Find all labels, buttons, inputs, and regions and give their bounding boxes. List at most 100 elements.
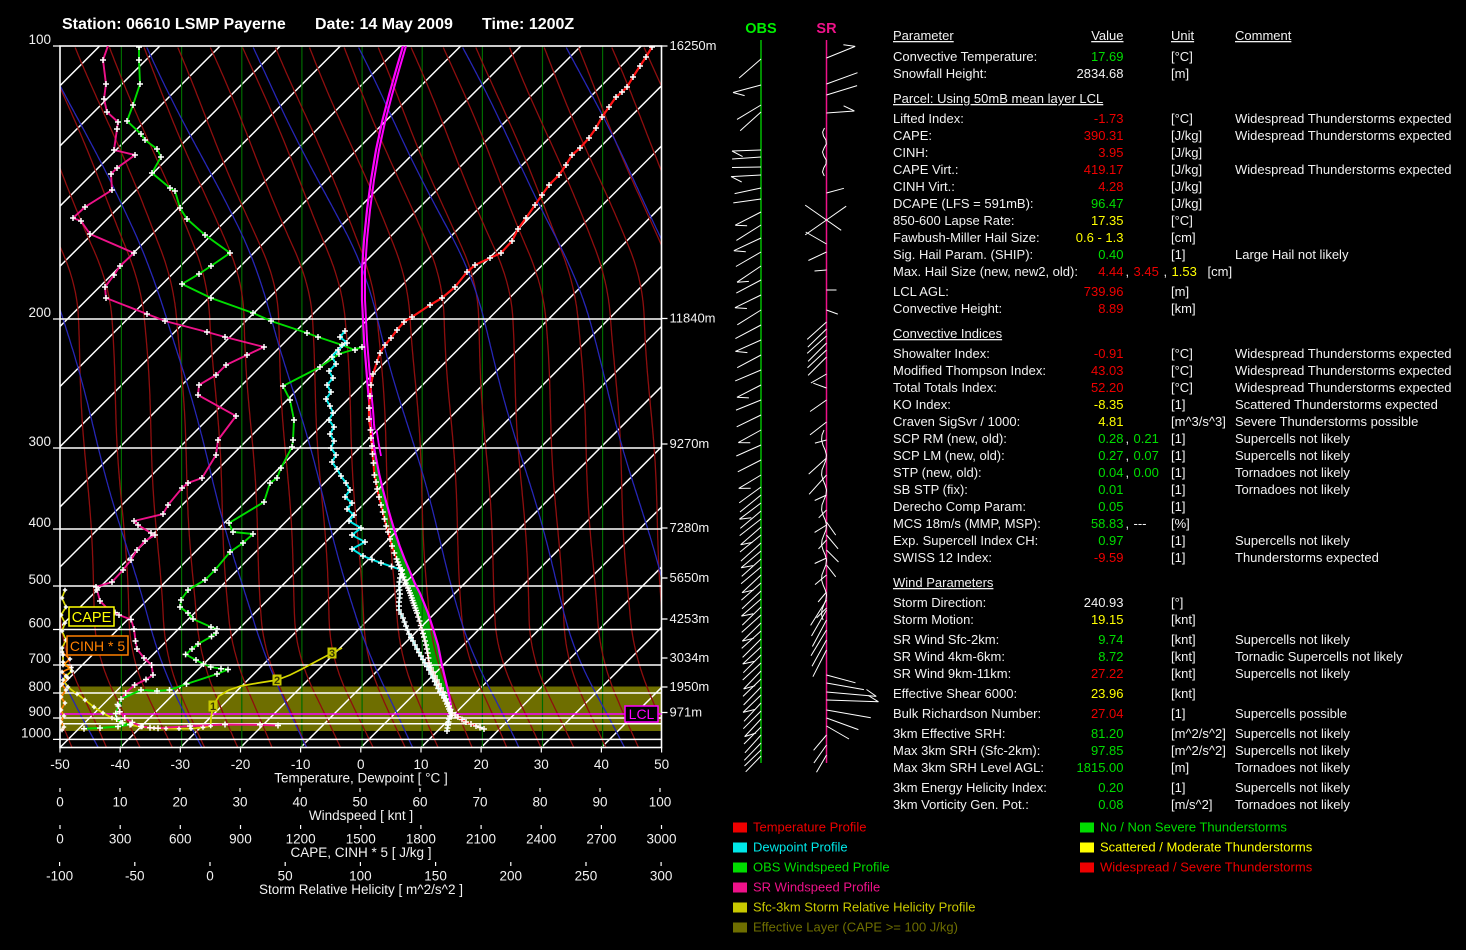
svg-text:CINH Virt.:: CINH Virt.: bbox=[893, 179, 955, 194]
svg-text:9270m: 9270m bbox=[670, 436, 710, 451]
svg-text:Supercells not likely: Supercells not likely bbox=[1235, 431, 1350, 446]
svg-text:[m]: [m] bbox=[1171, 66, 1189, 81]
svg-text:-0.91: -0.91 bbox=[1094, 346, 1124, 361]
svg-text:[1]: [1] bbox=[1171, 780, 1185, 795]
svg-text:10: 10 bbox=[112, 795, 127, 810]
svg-text:40: 40 bbox=[292, 795, 307, 810]
svg-text:Parameter: Parameter bbox=[893, 28, 954, 43]
svg-text:SR Wind Sfc-2km:: SR Wind Sfc-2km: bbox=[893, 632, 999, 647]
svg-text:240.93: 240.93 bbox=[1084, 595, 1124, 610]
svg-text:SCP RM (new, old):: SCP RM (new, old): bbox=[893, 431, 1007, 446]
svg-text:7280m: 7280m bbox=[670, 520, 710, 535]
svg-text:3km Vorticity Gen. Pot.:: 3km Vorticity Gen. Pot.: bbox=[893, 797, 1029, 812]
svg-text:,: , bbox=[1126, 448, 1130, 463]
svg-text:3km Effective SRH:: 3km Effective SRH: bbox=[893, 726, 1005, 741]
svg-text:600: 600 bbox=[169, 832, 192, 847]
svg-text:2100: 2100 bbox=[466, 832, 496, 847]
svg-text:390.31: 390.31 bbox=[1084, 128, 1124, 143]
svg-text:Fawbush-Miller Hail Size:: Fawbush-Miller Hail Size: bbox=[893, 230, 1040, 245]
svg-text:Supercells not likely: Supercells not likely bbox=[1235, 743, 1350, 758]
svg-text:2: 2 bbox=[274, 675, 280, 687]
svg-text:Effective Shear 6000:: Effective Shear 6000: bbox=[893, 686, 1017, 701]
svg-text:LCL AGL:: LCL AGL: bbox=[893, 284, 949, 299]
svg-text:0.01: 0.01 bbox=[1098, 482, 1123, 497]
svg-text:Tornadoes not likely: Tornadoes not likely bbox=[1235, 482, 1350, 497]
svg-text:[°C]: [°C] bbox=[1171, 49, 1193, 64]
svg-text:[J/kg]: [J/kg] bbox=[1171, 179, 1202, 194]
svg-text:Unit: Unit bbox=[1171, 28, 1195, 43]
svg-text:Windspeed [ knt ]: Windspeed [ knt ] bbox=[309, 808, 413, 823]
svg-text:Scattered Thunderstorms expect: Scattered Thunderstorms expected bbox=[1235, 397, 1438, 412]
svg-text:100: 100 bbox=[649, 795, 672, 810]
svg-text:900: 900 bbox=[229, 832, 252, 847]
svg-text:---: --- bbox=[1134, 516, 1147, 531]
svg-text:Widespread Thunderstorms expec: Widespread Thunderstorms expected bbox=[1235, 380, 1452, 395]
svg-text:17.69: 17.69 bbox=[1091, 49, 1124, 64]
svg-text:58.83: 58.83 bbox=[1091, 516, 1124, 531]
svg-text:Effective Layer (CAPE >= 100 J: Effective Layer (CAPE >= 100 J/kg) bbox=[753, 920, 958, 935]
svg-text:CAPE: CAPE bbox=[72, 610, 112, 626]
svg-text:400: 400 bbox=[28, 515, 51, 530]
svg-text:0.07: 0.07 bbox=[1134, 448, 1159, 463]
svg-text:2700: 2700 bbox=[586, 832, 616, 847]
svg-text:[°C]: [°C] bbox=[1171, 380, 1193, 395]
svg-text:23.96: 23.96 bbox=[1091, 686, 1124, 701]
svg-text:Convective Height:: Convective Height: bbox=[893, 301, 1002, 316]
svg-text:11840m: 11840m bbox=[670, 311, 716, 326]
svg-text:OBS: OBS bbox=[745, 21, 777, 37]
svg-text:1950m: 1950m bbox=[670, 679, 710, 694]
svg-text:CAPE, CINH * 5 [ J/kg ]: CAPE, CINH * 5 [ J/kg ] bbox=[290, 845, 431, 860]
svg-text:[1]: [1] bbox=[1171, 499, 1185, 514]
svg-text:,: , bbox=[1126, 264, 1130, 279]
svg-text:Temperature, Dewpoint [ °C ]: Temperature, Dewpoint [ °C ] bbox=[274, 771, 447, 786]
svg-text:CAPE:: CAPE: bbox=[893, 128, 932, 143]
svg-text:Supercells not likely: Supercells not likely bbox=[1235, 448, 1350, 463]
svg-text:19.15: 19.15 bbox=[1091, 612, 1124, 627]
svg-text:[°C]: [°C] bbox=[1171, 111, 1193, 126]
svg-text:3.45: 3.45 bbox=[1134, 264, 1159, 279]
svg-text:97.85: 97.85 bbox=[1091, 743, 1124, 758]
svg-text:0.20: 0.20 bbox=[1098, 780, 1123, 795]
svg-text:Widespread Thunderstorms expec: Widespread Thunderstorms expected bbox=[1235, 128, 1452, 143]
svg-text:3.95: 3.95 bbox=[1098, 145, 1123, 160]
svg-text:[1]: [1] bbox=[1171, 706, 1185, 721]
svg-text:[1]: [1] bbox=[1171, 431, 1185, 446]
svg-text:Tornadoes not likely: Tornadoes not likely bbox=[1235, 760, 1350, 775]
svg-text:[m]: [m] bbox=[1171, 760, 1189, 775]
svg-text:300: 300 bbox=[109, 832, 132, 847]
svg-text:2834.68: 2834.68 bbox=[1077, 66, 1124, 81]
svg-text:-50: -50 bbox=[50, 757, 70, 772]
svg-text:Max 3km SRH (Sfc-2km):: Max 3km SRH (Sfc-2km): bbox=[893, 743, 1040, 758]
svg-text:0.28: 0.28 bbox=[1098, 431, 1123, 446]
svg-text:Widespread Thunderstorms expec: Widespread Thunderstorms expected bbox=[1235, 346, 1452, 361]
svg-text:Showalter Index:: Showalter Index: bbox=[893, 346, 990, 361]
svg-text:500: 500 bbox=[28, 572, 51, 587]
svg-text:OBS Windspeed Profile: OBS Windspeed Profile bbox=[753, 860, 890, 875]
svg-text:800: 800 bbox=[28, 679, 51, 694]
svg-text:Supercells not likely: Supercells not likely bbox=[1235, 533, 1350, 548]
svg-text:CINH * 5: CINH * 5 bbox=[70, 638, 125, 654]
svg-text:DCAPE (LFS = 591mB):: DCAPE (LFS = 591mB): bbox=[893, 196, 1034, 211]
svg-text:0: 0 bbox=[56, 832, 64, 847]
svg-text:27.04: 27.04 bbox=[1091, 706, 1124, 721]
svg-text:50: 50 bbox=[654, 757, 669, 772]
svg-text:300: 300 bbox=[28, 434, 51, 449]
svg-text:8.89: 8.89 bbox=[1098, 301, 1123, 316]
svg-text:[m]: [m] bbox=[1171, 284, 1189, 299]
svg-text:LCL: LCL bbox=[629, 706, 655, 722]
svg-text:Derecho Comp Param:: Derecho Comp Param: bbox=[893, 499, 1026, 514]
svg-text:Sfc-3km Storm Relative Helicit: Sfc-3km Storm Relative Helicity Profile bbox=[753, 900, 976, 915]
svg-text:70: 70 bbox=[472, 795, 487, 810]
svg-text:419.17: 419.17 bbox=[1084, 162, 1124, 177]
svg-text:Lifted Index:: Lifted Index: bbox=[893, 111, 964, 126]
svg-text:80: 80 bbox=[532, 795, 547, 810]
svg-text:Total Totals Index:: Total Totals Index: bbox=[893, 380, 997, 395]
svg-text:SCP LM (new, old):: SCP LM (new, old): bbox=[893, 448, 1005, 463]
svg-text:Time: 1200Z: Time: 1200Z bbox=[482, 16, 574, 33]
svg-text:17.35: 17.35 bbox=[1091, 213, 1124, 228]
svg-text:-9.59: -9.59 bbox=[1094, 550, 1124, 565]
svg-text:16250m: 16250m bbox=[670, 38, 717, 53]
svg-text:Widespread Thunderstorms expec: Widespread Thunderstorms expected bbox=[1235, 111, 1452, 126]
svg-text:[J/kg]: [J/kg] bbox=[1171, 196, 1202, 211]
svg-text:0.08: 0.08 bbox=[1098, 797, 1123, 812]
